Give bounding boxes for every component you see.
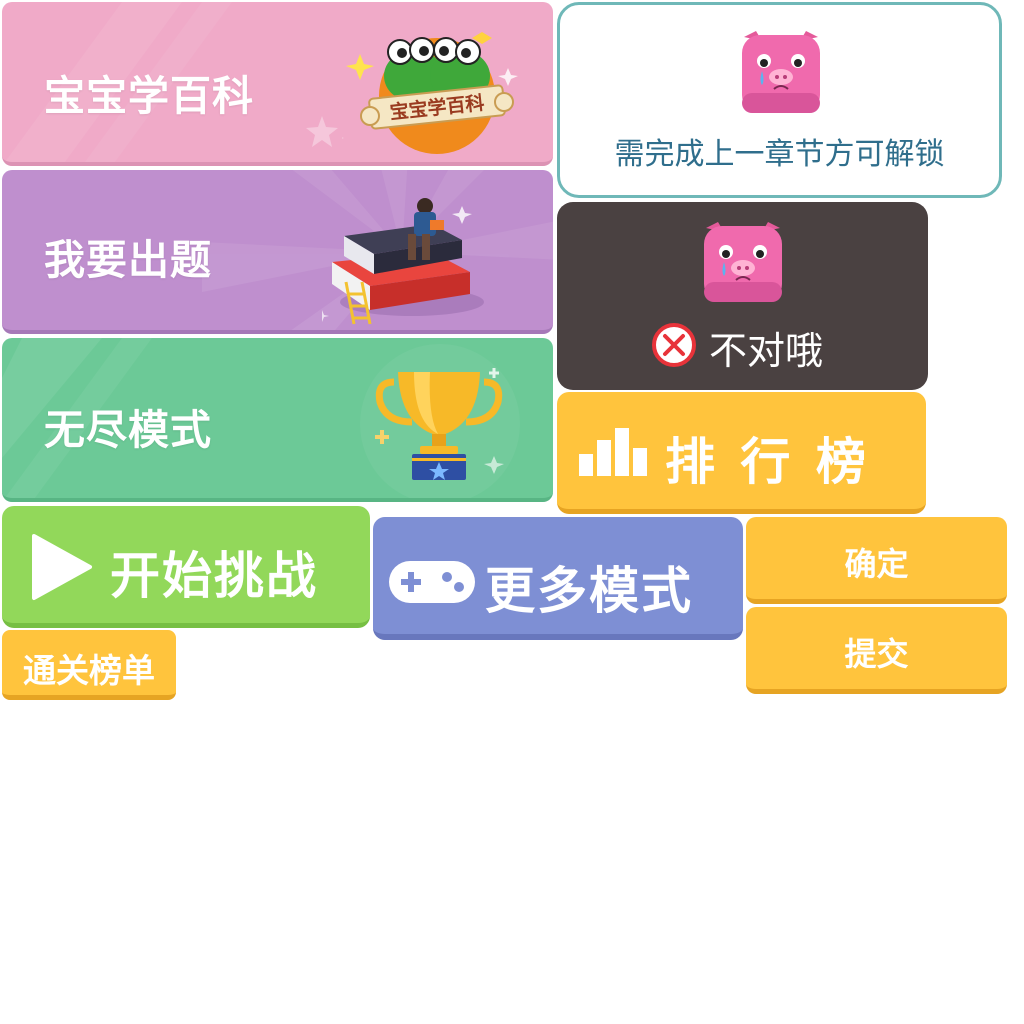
crying-pig-icon xyxy=(704,222,782,302)
play-icon xyxy=(32,534,92,600)
submit-label: 提交 xyxy=(844,635,909,673)
more-modes-button[interactable]: 更多模式 xyxy=(373,517,743,640)
locked-chapter-panel: 需完成上一章节方可解锁 xyxy=(557,2,1002,198)
crying-pig-icon xyxy=(742,31,820,113)
clear-list-label: 通关榜单 xyxy=(23,651,155,690)
clear-list-button[interactable]: 通关榜单 xyxy=(2,630,176,700)
trophy-icon xyxy=(375,368,504,480)
gamepad-icon xyxy=(389,561,475,603)
leaderboard-button[interactable]: 排 行 榜 xyxy=(557,392,926,514)
create-question-card[interactable]: 我要出题 xyxy=(2,170,553,334)
create-question-title: 我要出题 xyxy=(44,236,212,284)
books-reader-icon xyxy=(322,198,484,325)
confirm-label: 确定 xyxy=(844,545,909,583)
submit-button[interactable]: 提交 xyxy=(746,607,1007,694)
encyclopedia-card[interactable]: 宝宝学百科 宝宝学百科 xyxy=(2,2,553,166)
confirm-button[interactable]: 确定 xyxy=(746,517,1007,604)
encyclopedia-logo-icon: 宝宝学百科 xyxy=(342,32,518,154)
star-icon xyxy=(306,116,338,147)
endless-mode-title: 无尽模式 xyxy=(44,406,212,454)
start-challenge-label: 开始挑战 xyxy=(110,547,318,605)
wrong-answer-message: 不对哦 xyxy=(709,329,824,373)
leaderboard-label: 排 行 榜 xyxy=(665,433,870,491)
bar-chart-icon xyxy=(579,428,647,476)
start-challenge-button[interactable]: 开始挑战 xyxy=(2,506,370,628)
endless-mode-card[interactable]: 无尽模式 xyxy=(2,338,553,502)
wrong-answer-panel: 不对哦 xyxy=(557,202,928,390)
locked-chapter-message: 需完成上一章节方可解锁 xyxy=(614,137,945,172)
more-modes-label: 更多模式 xyxy=(485,562,693,620)
x-circle-icon xyxy=(652,323,696,367)
encyclopedia-title: 宝宝学百科 xyxy=(44,72,254,120)
